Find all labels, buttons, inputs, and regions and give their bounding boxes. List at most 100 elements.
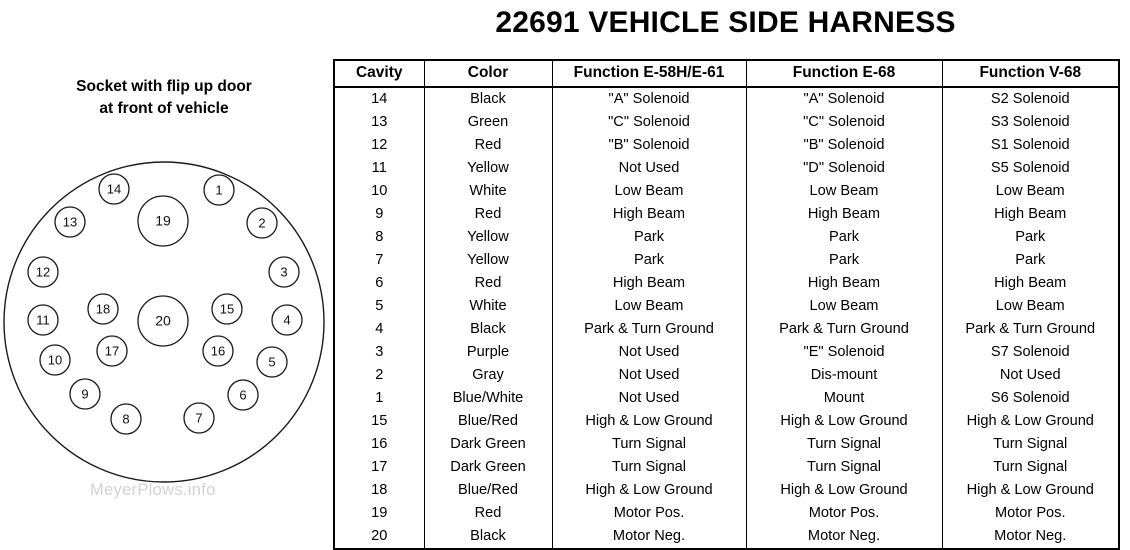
cell-cavity: 17 [334, 456, 425, 479]
cell-function-e58h-e61: Not Used [552, 157, 747, 180]
cell-cavity: 19 [334, 502, 425, 525]
cell-color: Purple [424, 341, 553, 364]
cell-cavity: 9 [334, 203, 425, 226]
pin-label-19: 19 [155, 213, 171, 229]
cell-function-v68: S1 Solenoid [990, 137, 1070, 153]
table-row: 5 White Low Beam Low Beam Low Beam [334, 295, 1119, 318]
pin-label-13: 13 [63, 214, 77, 229]
pin-label-2: 2 [258, 215, 265, 230]
table-row: 17 Dark Green Turn Signal Turn Signal Turn S… [334, 456, 1119, 479]
cell-function-e58h-e61: Low Beam [552, 295, 747, 318]
cell-color: Blue/White [424, 387, 553, 410]
cell-function-e68: Low Beam [746, 295, 943, 318]
cell-color: Red [424, 203, 553, 226]
column-header-function-e68: Function E-68 [746, 60, 943, 88]
cell-function-e68: "A" Solenoid [746, 87, 943, 111]
cell-color: Yellow [424, 249, 553, 272]
cell-function-e68: Park & Turn Ground [746, 318, 943, 341]
pin-label-7: 7 [195, 410, 202, 425]
table-row: 19 Red Motor Pos. Motor Pos. Motor Pos. [334, 502, 1119, 525]
cell-function-v68: S2 Solenoid [990, 91, 1070, 107]
cell-function-e68: Turn Signal [746, 433, 943, 456]
cell-color: Red [424, 502, 553, 525]
cell-function-e68: Mount [746, 387, 943, 410]
cell-cavity: 15 [334, 410, 425, 433]
cell-function-e58h-e61: Park [552, 249, 747, 272]
cell-cavity: 7 [334, 249, 425, 272]
table-row: 12 Red "B" Solenoid "B" Solenoid S1 Solenoid [334, 134, 1119, 157]
cell-color: Dark Green [424, 456, 553, 479]
cell-cavity: 8 [334, 226, 425, 249]
pin-label-15: 15 [220, 301, 234, 316]
table-row: 6 Red High Beam High Beam High Beam [334, 272, 1119, 295]
pin-label-6: 6 [239, 387, 246, 402]
cell-function-e58h-e61: High Beam [552, 272, 747, 295]
pin-group: 14 1 13 2 19 12 3 11 18 15 4 20 10 17 16 5 9 6 8 7 [27, 173, 303, 435]
harness-pinout-table: Cavity Color Function E-58H/E-61 Functio… [333, 59, 1120, 550]
page-title: 22691 VEHICLE SIDE HARNESS [495, 6, 956, 39]
column-header-function-v68: Function V-68 [942, 60, 1119, 88]
table-row: 16 Dark Green Turn Signal Turn Signal Turn S… [334, 433, 1119, 456]
cell-function-e58h-e61: Low Beam [552, 180, 747, 203]
table-row: 20 Black Motor Neg. Motor Neg. Motor Neg. [334, 525, 1119, 549]
cell-function-v68: Turn Signal [993, 436, 1068, 452]
table-row: 3 Purple Not Used "E" Solenoid S7 Solenoid [334, 341, 1119, 364]
cell-function-v68: Motor Pos. [994, 505, 1066, 521]
pin-label-18: 18 [96, 301, 110, 316]
table-row: 1 Blue/White Not Used Mount S6 Solenoid [334, 387, 1119, 410]
cell-function-v68: Park [1015, 252, 1046, 268]
socket-caption-line-2: at front of vehicle [99, 100, 229, 118]
cell-function-e58h-e61: Not Used [552, 364, 747, 387]
cell-function-e58h-e61: High & Low Ground [552, 479, 747, 502]
cell-color: Red [424, 272, 553, 295]
table-row: 13 Green "C" Solenoid "C" Solenoid S3 Soleno… [334, 111, 1119, 134]
pin-label-5: 5 [268, 354, 275, 369]
cell-function-e58h-e61: High & Low Ground [552, 410, 747, 433]
cell-cavity: 6 [334, 272, 425, 295]
table-row: 14 Black "A" Solenoid "A" Solenoid S2 Soleno… [334, 87, 1119, 111]
cell-function-e58h-e61: Park & Turn Ground [552, 318, 747, 341]
cell-function-e68: "C" Solenoid [746, 111, 943, 134]
table-header-row: Cavity Color Function E-58H/E-61 Functio… [334, 60, 1119, 88]
cell-function-e68: High & Low Ground [746, 479, 943, 502]
pin-label-12: 12 [36, 264, 50, 279]
cell-function-v68: High Beam [994, 206, 1067, 222]
cell-color: Black [424, 87, 553, 111]
cell-color: White [424, 180, 553, 203]
cell-function-e68: Motor Neg. [746, 525, 943, 549]
cell-color: White [424, 295, 553, 318]
cell-function-e58h-e61: Not Used [552, 387, 747, 410]
table-row: 8 Yellow Park Park Park [334, 226, 1119, 249]
cell-color: Black [424, 318, 553, 341]
socket-caption: Socket with flip up door at front of veh… [14, 76, 314, 121]
cell-function-e68: "B" Solenoid [746, 134, 943, 157]
cell-cavity: 16 [334, 433, 425, 456]
cell-function-v68: High & Low Ground [966, 413, 1094, 429]
cell-function-e58h-e61: High Beam [552, 203, 747, 226]
table-row: 2 Gray Not Used Dis-mount Not Used [334, 364, 1119, 387]
pin-label-11: 11 [36, 312, 50, 327]
socket-caption-line-1: Socket with flip up door [76, 78, 252, 95]
cell-function-v68: Park [1015, 229, 1046, 245]
cell-color: Yellow [424, 157, 553, 180]
cell-function-v68: High Beam [994, 275, 1067, 291]
table-body: 14 Black "A" Solenoid "A" Solenoid S2 Soleno… [334, 87, 1119, 549]
cell-function-e58h-e61: "C" Solenoid [552, 111, 747, 134]
cell-color: Black [424, 525, 553, 549]
cell-function-e68: Dis-mount [746, 364, 943, 387]
column-header-function-e58h-e61: Function E-58H/E-61 [552, 60, 747, 88]
cell-function-e68: Motor Pos. [746, 502, 943, 525]
pin-label-4: 4 [283, 312, 290, 327]
pin-label-17: 17 [105, 343, 119, 358]
cell-function-e68: Turn Signal [746, 456, 943, 479]
table-row: 4 Black Park & Turn Ground Park & Turn Grou… [334, 318, 1119, 341]
cell-cavity: 2 [334, 364, 425, 387]
table-row: 11 Yellow Not Used "D" Solenoid S5 Solenoid [334, 157, 1119, 180]
cell-cavity: 3 [334, 341, 425, 364]
pin-label-9: 9 [81, 386, 88, 401]
pin-label-14: 14 [107, 181, 121, 196]
cell-function-e58h-e61: Not Used [552, 341, 747, 364]
cell-color: Blue/Red [424, 410, 553, 433]
cell-function-e58h-e61: "B" Solenoid [552, 134, 747, 157]
cell-color: Red [424, 134, 553, 157]
